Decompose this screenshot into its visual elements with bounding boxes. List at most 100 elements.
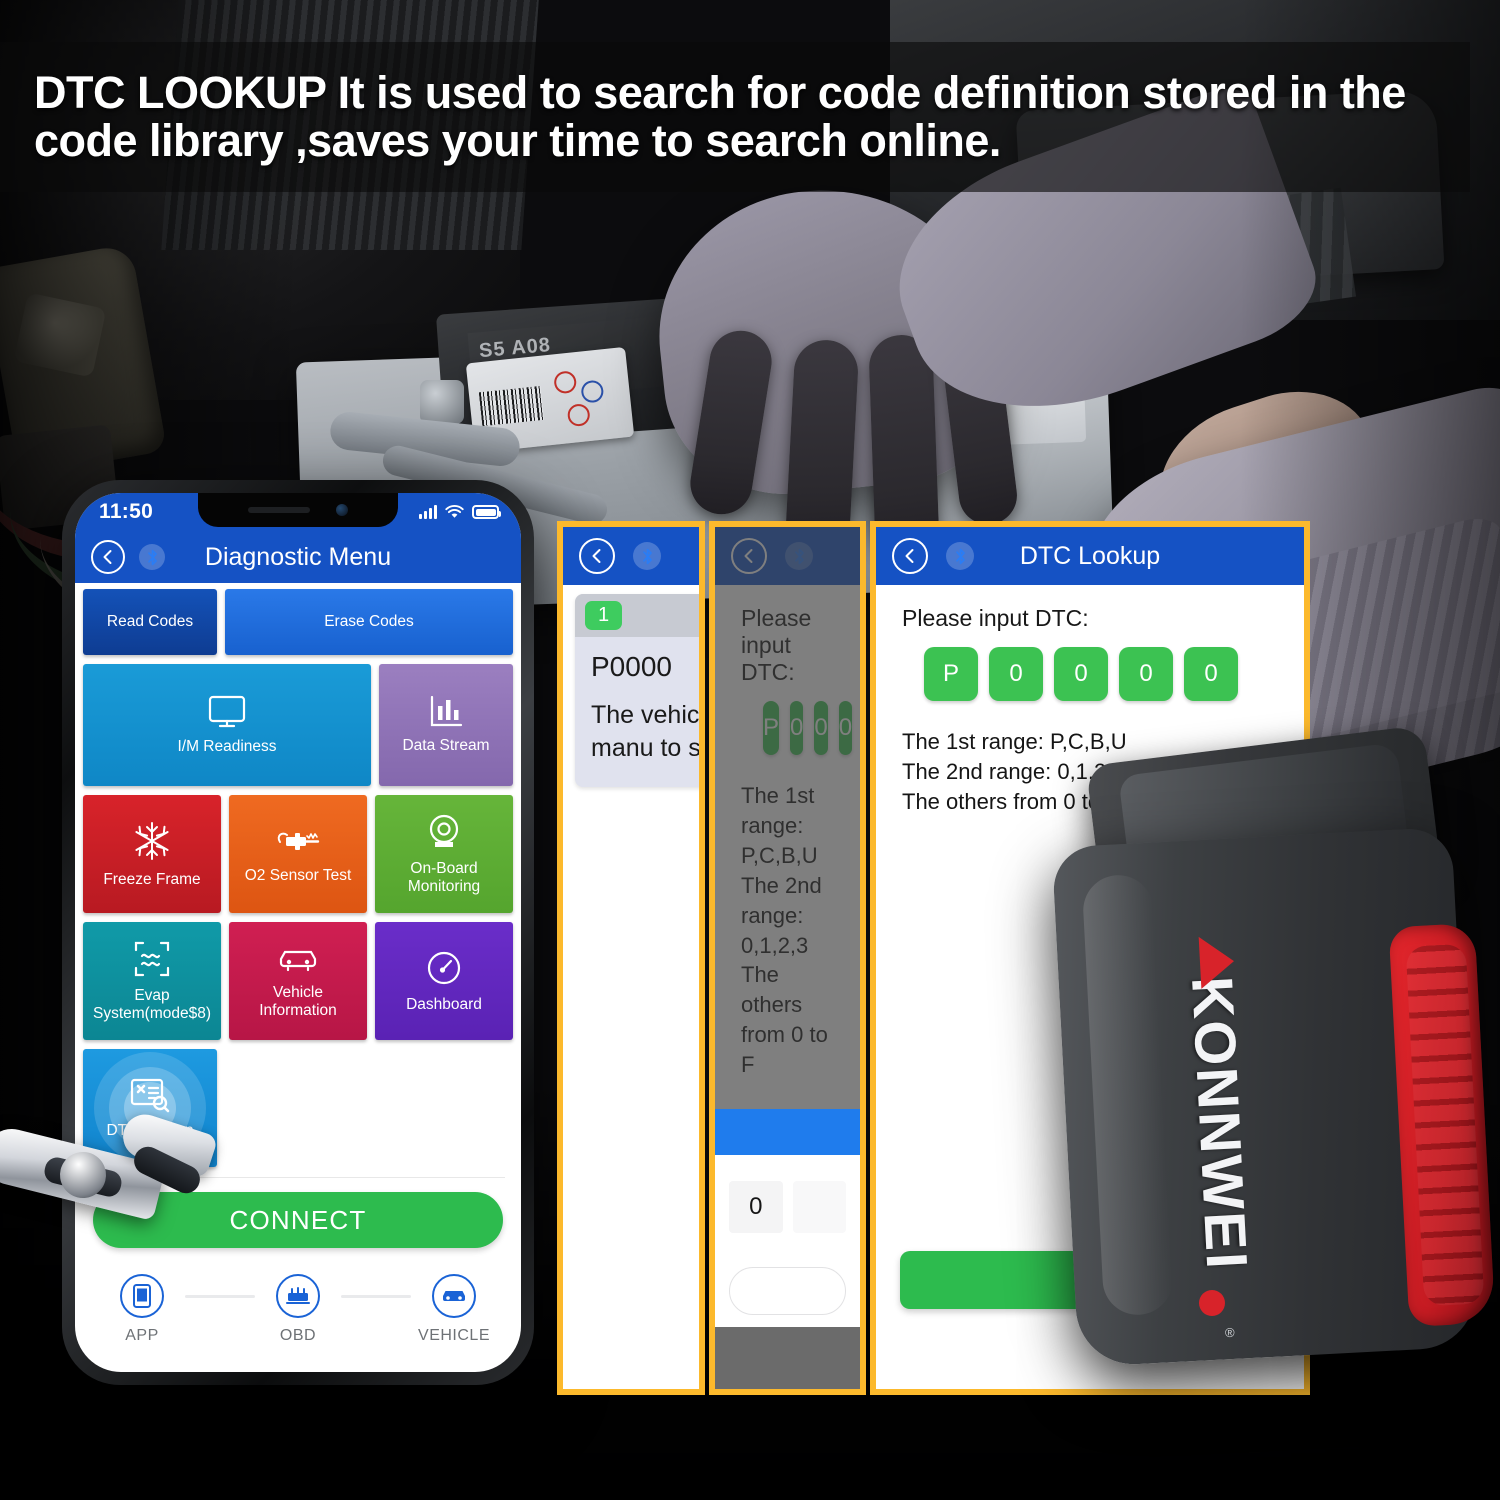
connect-button[interactable]: CONNECT: [93, 1192, 503, 1248]
back-chevron-icon[interactable]: [91, 540, 125, 574]
snowflake-icon: [131, 820, 173, 862]
dtc-digit-4[interactable]: 0: [1184, 647, 1238, 701]
tile-label: On-Board Monitoring: [407, 860, 481, 895]
back-chevron-icon[interactable]: [731, 538, 767, 574]
dtc-description: The vehicle the manu to select: [591, 701, 705, 762]
bluetooth-icon[interactable]: [946, 542, 974, 570]
bluetooth-icon[interactable]: [633, 542, 661, 570]
tile-label: Data Stream: [402, 736, 490, 754]
wave-box-icon: [133, 940, 171, 978]
tile-label: Freeze Frame: [103, 870, 201, 888]
picker-input-field[interactable]: [729, 1267, 846, 1315]
dtc-digit-4[interactable]: 0: [863, 701, 866, 755]
dtc-digit-3[interactable]: 0: [1119, 647, 1173, 701]
front-camera: [336, 504, 348, 516]
dtc-digit-2[interactable]: 0: [814, 701, 828, 755]
dtc-digit-1[interactable]: 0: [989, 647, 1043, 701]
tile-label: I/M Readiness: [177, 737, 277, 755]
car-icon: [277, 943, 319, 975]
gauge-icon: [425, 949, 463, 987]
tile-row: I/M Readiness Data Stream: [83, 664, 513, 786]
o2-sensor-icon: [274, 824, 322, 858]
picker-wheel-value[interactable]: 0: [729, 1181, 783, 1233]
result-card-header: 1: [575, 594, 699, 637]
bluetooth-icon[interactable]: [139, 544, 165, 570]
step-label: VEHICLE: [418, 1327, 490, 1344]
panel1-nav-bar: [563, 527, 699, 585]
picker-toolbar[interactable]: [715, 1109, 860, 1155]
panel3-nav-bar: DTC Lookup: [876, 527, 1304, 585]
tile-label: DTC Lookup: [106, 1121, 194, 1139]
range-line-3: The others from 0 to F: [741, 962, 828, 1078]
battery-terminal-post: [420, 380, 464, 424]
tile-row: Freeze Frame O2 Sensor Test On-Board Mon…: [83, 795, 513, 913]
tile-read-codes[interactable]: Read Codes: [83, 589, 217, 655]
dtc-input-group: P 0 0 0 0: [763, 701, 853, 755]
dtc-digit-3[interactable]: 0: [838, 701, 853, 755]
range-line-2: The 2nd range: 0,1,2,3: [741, 872, 822, 958]
picker-wheel[interactable]: 0: [715, 1155, 860, 1233]
panel3-title: DTC Lookup: [1019, 541, 1161, 570]
tile-row: Evap System(mode$8) Vehicle Information: [83, 922, 513, 1040]
obd-dongle-icon: [276, 1274, 320, 1318]
back-chevron-icon[interactable]: [892, 538, 928, 574]
dtc-result-card[interactable]: 1 P0000 The vehicle the manu to select: [575, 594, 705, 787]
tile-label: Evap System(mode$8): [92, 987, 211, 1022]
picker-sheet[interactable]: 0: [715, 1109, 860, 1389]
dtc-digit-0[interactable]: P: [763, 701, 780, 755]
picker-footer: [715, 1327, 860, 1389]
dtc-range-help: The 1st range: P,C,B,U The 2nd range: 0,…: [741, 781, 834, 1080]
phone-mockup: 11:50 Diagnostic Menu Read Codes Erase C…: [62, 480, 534, 1385]
result-index-badge: 1: [585, 601, 623, 630]
tile-label: O2 Sensor Test: [244, 866, 352, 884]
camera-eye-icon: [425, 813, 463, 851]
tile-label: Erase Codes: [324, 613, 414, 631]
screenshot-panel-result: 1 P0000 The vehicle the manu to select: [557, 521, 705, 1395]
step-app: APP: [99, 1274, 185, 1345]
picker-wheel-value-2[interactable]: [792, 1181, 846, 1233]
dtc-digit-1[interactable]: 0: [790, 701, 804, 755]
phone-icon: [120, 1274, 164, 1318]
brand-dot-icon: [1199, 1290, 1225, 1316]
header-banner: DTC LOOKUP It is used to search for code…: [0, 42, 1470, 192]
tile-on-board-monitoring[interactable]: On-Board Monitoring: [375, 795, 513, 913]
step-obd: OBD: [255, 1274, 341, 1345]
battery-icon: [472, 505, 501, 519]
bluetooth-icon[interactable]: [785, 542, 813, 570]
divider: [91, 1177, 505, 1178]
tile-freeze-frame[interactable]: Freeze Frame: [83, 795, 221, 913]
screenshot-panel-picker: Please input DTC: P 0 0 0 0 The 1st rang…: [709, 521, 866, 1395]
wifi-icon: [445, 505, 464, 518]
panel2-body: Please input DTC: P 0 0 0 0 The 1st rang…: [715, 585, 860, 1080]
tile-im-readiness[interactable]: I/M Readiness: [83, 664, 371, 786]
range-line-1: The 1st range: P,C,B,U: [741, 783, 818, 868]
dtc-digit-2[interactable]: 0: [1054, 647, 1108, 701]
phone-nav-bar: Diagnostic Menu: [75, 531, 521, 583]
tile-data-stream[interactable]: Data Stream: [379, 664, 513, 786]
phone-screen: 11:50 Diagnostic Menu Read Codes Erase C…: [75, 493, 521, 1372]
step-label: APP: [125, 1327, 159, 1344]
tile-evap-system[interactable]: Evap System(mode$8): [83, 922, 221, 1040]
phone-notch: [198, 493, 398, 527]
status-time: 11:50: [99, 500, 154, 523]
tile-dtc-lookup[interactable]: DTC Lookup: [83, 1049, 217, 1167]
dtc-input-group: P 0 0 0 0: [924, 647, 1278, 701]
banner-text: DTC LOOKUP It is used to search for code…: [34, 66, 1406, 166]
tile-o2-sensor-test[interactable]: O2 Sensor Test: [229, 795, 367, 913]
bar-chart-icon: [429, 695, 463, 728]
tile-vehicle-information[interactable]: Vehicle Information: [229, 922, 367, 1040]
step-connector: [185, 1295, 255, 1298]
brand-name: KONNWEI: [1178, 974, 1260, 1272]
step-vehicle: VEHICLE: [411, 1274, 497, 1345]
step-label: OBD: [279, 1327, 317, 1344]
tile-erase-codes[interactable]: Erase Codes: [225, 589, 513, 655]
dtc-digit-0[interactable]: P: [924, 647, 978, 701]
obd-dongle-product: KONNWEI ®: [1051, 724, 1496, 1390]
tile-label: Dashboard: [406, 995, 482, 1013]
monitor-icon: [208, 695, 246, 729]
back-chevron-icon[interactable]: [579, 538, 615, 574]
tile-dashboard[interactable]: Dashboard: [375, 922, 513, 1040]
dtc-prompt: Please input DTC:: [741, 605, 812, 685]
tile-label: Vehicle Information: [259, 984, 337, 1019]
dtc-code: P0000: [591, 651, 672, 682]
